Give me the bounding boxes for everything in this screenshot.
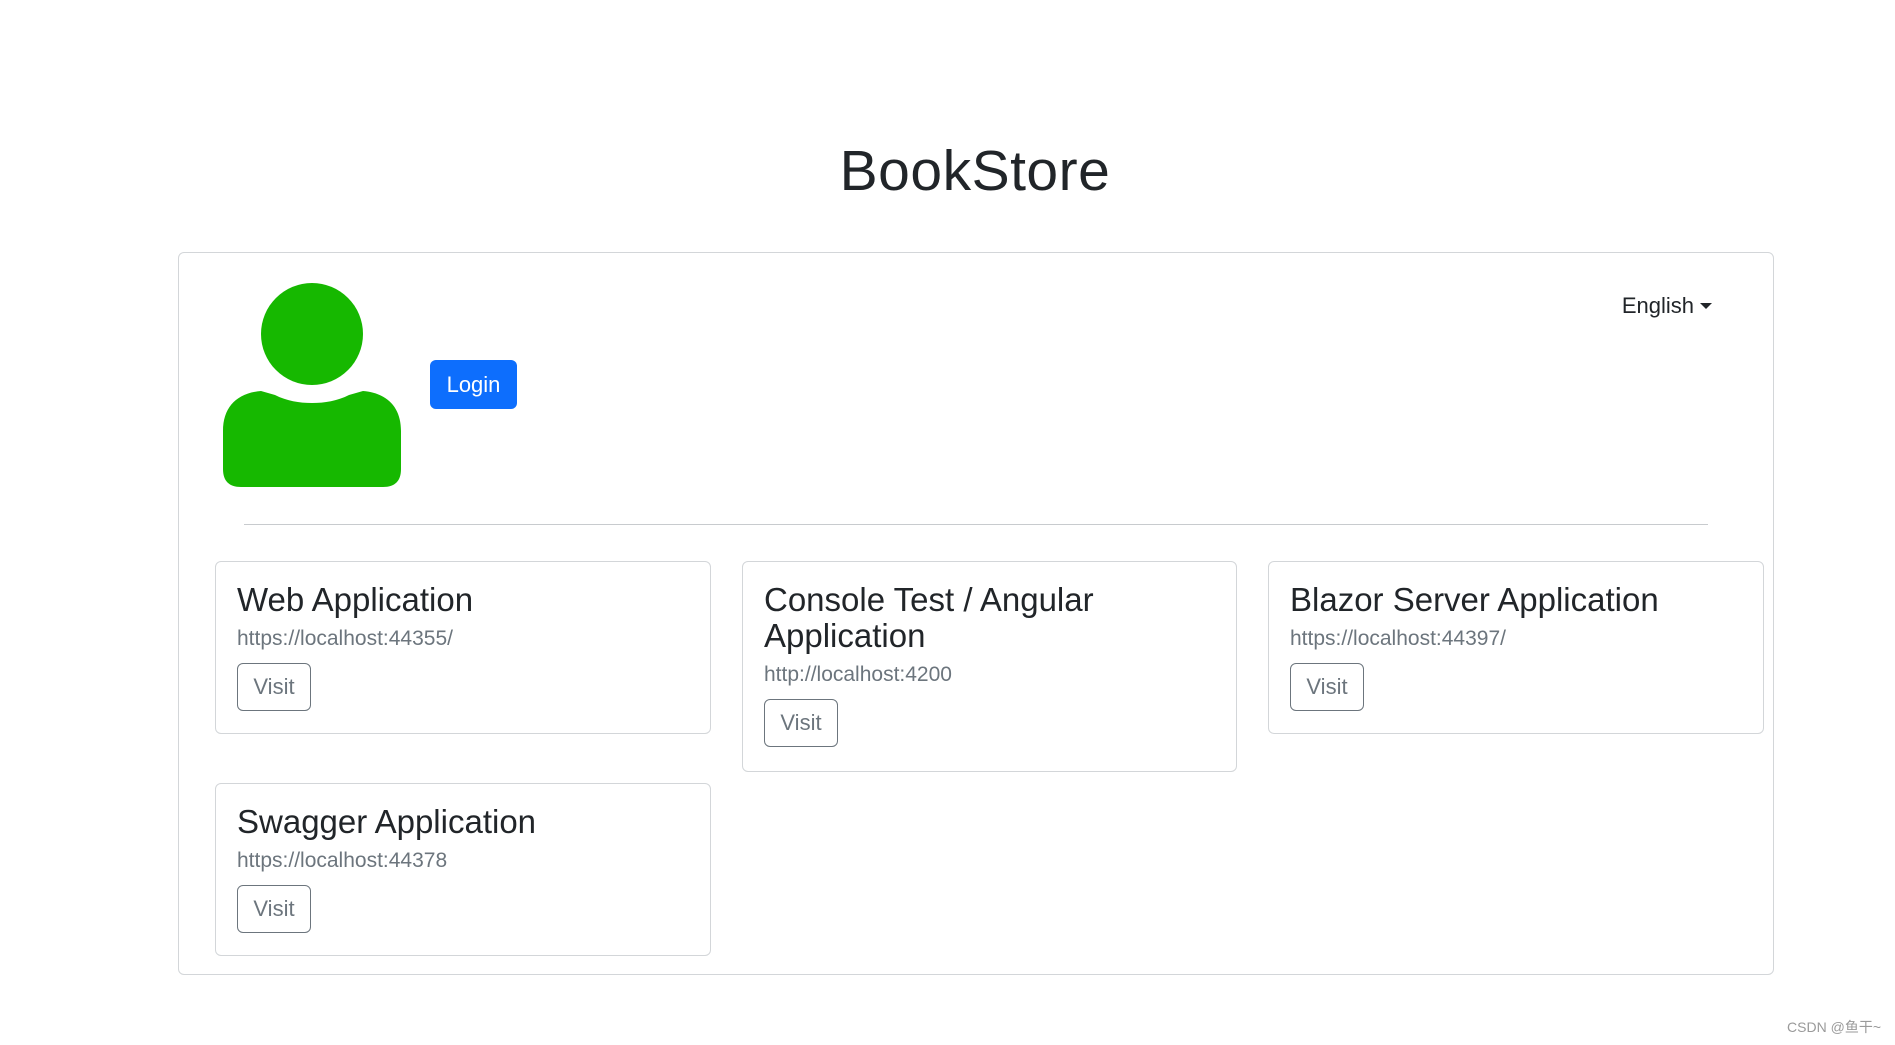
user-avatar-icon xyxy=(223,283,401,487)
watermark: CSDN @鱼干~ xyxy=(1787,1019,1881,1035)
chevron-down-icon xyxy=(1700,303,1712,309)
visit-button[interactable]: Visit xyxy=(764,699,838,747)
language-dropdown[interactable]: English xyxy=(1622,293,1712,319)
visit-button[interactable]: Visit xyxy=(237,885,311,933)
visit-button[interactable]: Visit xyxy=(237,663,311,711)
app-title: Console Test / Angular Application xyxy=(764,581,1094,654)
divider xyxy=(244,524,1708,525)
app-title: Blazor Server Application xyxy=(1290,581,1659,618)
app-card-swagger: Swagger Application https://localhost:44… xyxy=(215,783,711,956)
login-button[interactable]: Login xyxy=(430,360,517,409)
app-card-web: Web Application https://localhost:44355/… xyxy=(215,561,711,734)
app-card-blazor: Blazor Server Application https://localh… xyxy=(1268,561,1764,734)
app-url: https://localhost:44355/ xyxy=(237,627,453,650)
app-title: Swagger Application xyxy=(237,803,537,840)
app-title: Web Application xyxy=(237,581,474,618)
app-url: http://localhost:4200 xyxy=(764,663,952,686)
page-title: BookStore xyxy=(839,139,1111,203)
language-label: English xyxy=(1621,293,1694,318)
app-url: https://localhost:44378 xyxy=(237,849,448,872)
main-card: Login English Web Application https://lo… xyxy=(178,252,1774,975)
app-card-angular: Console Test / Angular Application http:… xyxy=(742,561,1237,772)
visit-button[interactable]: Visit xyxy=(1290,663,1364,711)
app-url: https://localhost:44397/ xyxy=(1290,627,1506,650)
